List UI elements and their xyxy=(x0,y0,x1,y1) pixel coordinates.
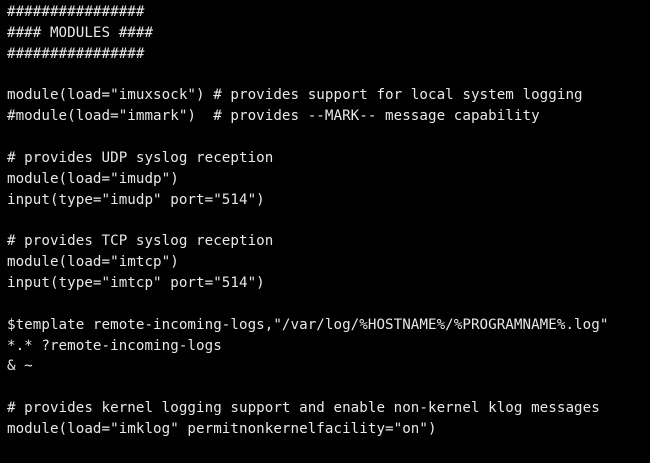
terminal-line: # provides kernel logging support and en… xyxy=(7,400,600,417)
terminal-line: ################ xyxy=(7,45,145,62)
terminal-line: module(load="imklog" permitnonkernelfaci… xyxy=(7,420,437,437)
terminal-line: # provides TCP syslog reception xyxy=(7,233,274,250)
terminal-line: input(type="imudp" port="514") xyxy=(7,191,265,208)
terminal-line: # provides UDP syslog reception xyxy=(7,149,274,166)
terminal-line: input(type="imtcp" port="514") xyxy=(7,274,265,291)
terminal-window[interactable]: ################ #### MODULES #### #####… xyxy=(0,0,650,463)
terminal-line: module(load="imtcp") xyxy=(7,254,179,271)
terminal-line: ################ xyxy=(7,4,145,20)
terminal-line: & ~ xyxy=(7,358,33,375)
terminal-line: #module(load="immark") # provides --MARK… xyxy=(7,108,540,125)
terminal-line: *.* ?remote-incoming-logs xyxy=(7,337,222,354)
terminal-line: module(load="imudp") xyxy=(7,170,179,187)
terminal-line: #### MODULES #### xyxy=(7,24,154,41)
terminal-line: module(load="imuxsock") # provides suppo… xyxy=(7,87,583,104)
terminal-line: $template remote-incoming-logs,"/var/log… xyxy=(7,316,609,333)
